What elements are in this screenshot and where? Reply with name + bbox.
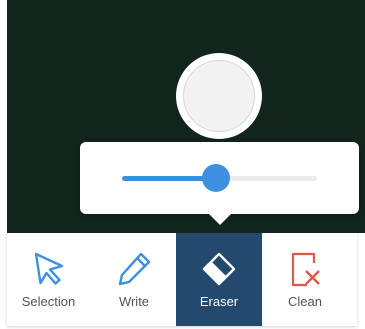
popover-pointer bbox=[206, 211, 234, 225]
tool-label: Eraser bbox=[199, 294, 239, 309]
eraser-icon bbox=[199, 249, 239, 289]
tool-label: Selection bbox=[21, 294, 76, 309]
eraser-size-slider[interactable] bbox=[122, 164, 317, 192]
tool-label: Write bbox=[118, 294, 150, 309]
tool-label: Clean bbox=[288, 294, 322, 309]
cursor-arrow-icon bbox=[29, 249, 69, 289]
whiteboard-app: Selection Write Eraser Clean bbox=[0, 0, 365, 329]
clear-page-icon bbox=[285, 249, 325, 289]
tool-write-button[interactable]: Write bbox=[94, 233, 174, 326]
tool-eraser-button[interactable]: Eraser bbox=[176, 233, 262, 326]
tool-bar: Selection Write Eraser Clean bbox=[7, 233, 357, 326]
eraser-size-slider-thumb[interactable] bbox=[201, 164, 230, 192]
eraser-size-preview bbox=[176, 53, 262, 139]
eraser-size-popover bbox=[80, 142, 359, 214]
pencil-icon bbox=[114, 249, 154, 289]
tool-clean-button[interactable]: Clean bbox=[265, 233, 345, 326]
tool-selection-button[interactable]: Selection bbox=[7, 233, 90, 326]
eraser-size-preview-disc bbox=[183, 60, 255, 132]
